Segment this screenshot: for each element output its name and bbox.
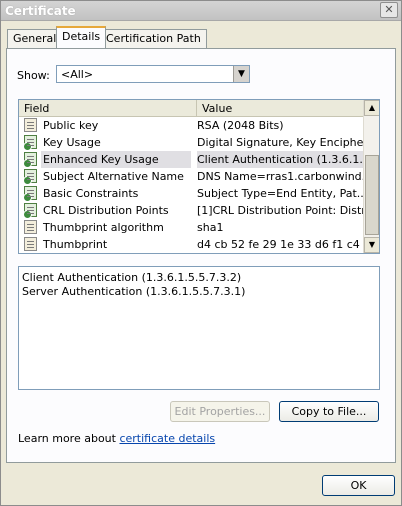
- certificate-dialog: Certificate ✕ General Details Certificat…: [0, 0, 402, 506]
- field-value: d4 cb 52 fe 29 1e 33 d6 f1 c4 ...: [197, 238, 363, 251]
- certificate-fields-list[interactable]: Field Value Public key RSA (2048 Bits) K…: [18, 99, 380, 254]
- edit-properties-button[interactable]: Edit Properties...: [170, 401, 270, 422]
- ok-button[interactable]: OK: [322, 475, 395, 496]
- column-header-value[interactable]: Value: [197, 100, 363, 117]
- detail-line: Client Authentication (1.3.6.1.5.5.7.3.2…: [22, 271, 242, 284]
- scroll-up-icon[interactable]: ▲: [364, 100, 379, 116]
- field-value: Digital Signature, Key Encipher...: [197, 136, 363, 149]
- chevron-down-icon[interactable]: ▼: [233, 66, 249, 82]
- certificate-extension-icon: [23, 186, 37, 202]
- list-item[interactable]: Thumbprint d4 cb 52 fe 29 1e 33 d6 f1 c4…: [19, 236, 363, 253]
- field-detail-textbox[interactable]: Client Authentication (1.3.6.1.5.5.7.3.2…: [18, 266, 380, 390]
- field-name: Subject Alternative Name: [43, 170, 184, 183]
- list-item[interactable]: Basic Constraints Subject Type=End Entit…: [19, 185, 363, 202]
- field-value: Client Authentication (1.3.6.1....: [197, 151, 363, 168]
- field-name: Basic Constraints: [43, 187, 139, 200]
- scrollbar-thumb[interactable]: [365, 155, 379, 235]
- details-tab-panel: Show: <All> ▼ Field Value Public key RSA…: [6, 48, 396, 463]
- vertical-scrollbar[interactable]: ▲ ▼: [363, 100, 379, 253]
- certificate-extension-icon: [23, 169, 37, 185]
- certificate-extension-icon: [23, 203, 37, 219]
- list-header: Field Value: [19, 100, 363, 117]
- certificate-extension-icon: [23, 135, 37, 151]
- show-dropdown-value: <All>: [61, 68, 94, 81]
- tab-general[interactable]: General: [7, 29, 63, 48]
- list-item[interactable]: Subject Alternative Name DNS Name=rras1.…: [19, 168, 363, 185]
- list-item[interactable]: Public key RSA (2048 Bits): [19, 117, 363, 134]
- window-title: Certificate: [5, 4, 76, 18]
- field-name: Key Usage: [43, 136, 101, 149]
- tab-details[interactable]: Details: [56, 26, 107, 48]
- detail-line: Server Authentication (1.3.6.1.5.5.7.3.1…: [22, 285, 246, 298]
- field-name: CRL Distribution Points: [43, 204, 169, 217]
- field-name: Enhanced Key Usage: [41, 151, 191, 168]
- field-value: RSA (2048 Bits): [197, 119, 284, 132]
- show-label: Show:: [17, 69, 50, 82]
- field-name: Thumbprint algorithm: [43, 221, 164, 234]
- field-name: Thumbprint: [43, 238, 108, 251]
- certificate-field-icon: [24, 220, 37, 234]
- list-item[interactable]: Key Usage Digital Signature, Key Enciphe…: [19, 134, 363, 151]
- tab-certification-path[interactable]: Certification Path: [100, 29, 207, 48]
- list-item-selected[interactable]: Enhanced Key Usage Client Authentication…: [19, 151, 363, 168]
- field-name: Public key: [43, 119, 99, 132]
- certificate-extension-icon: [23, 152, 37, 168]
- field-value: [1]CRL Distribution Point: Distr...: [197, 204, 363, 217]
- field-value: DNS Name=rras1.carbonwind....: [197, 170, 363, 183]
- learn-more-text: Learn more about certificate details: [18, 432, 215, 445]
- show-dropdown[interactable]: <All> ▼: [56, 65, 250, 83]
- field-value: Subject Type=End Entity, Pat...: [197, 187, 363, 200]
- field-value: sha1: [197, 221, 224, 234]
- scroll-down-icon[interactable]: ▼: [364, 237, 379, 253]
- certificate-field-icon: [24, 118, 37, 132]
- title-bar[interactable]: Certificate ✕: [1, 1, 401, 21]
- list-rows: Public key RSA (2048 Bits) Key Usage Dig…: [19, 117, 363, 253]
- close-icon[interactable]: ✕: [380, 2, 398, 18]
- learn-more-prefix: Learn more about: [18, 432, 120, 445]
- list-item[interactable]: CRL Distribution Points [1]CRL Distribut…: [19, 202, 363, 219]
- column-header-field[interactable]: Field: [19, 100, 197, 117]
- certificate-details-link[interactable]: certificate details: [119, 432, 215, 445]
- certificate-field-icon: [24, 237, 37, 251]
- list-item[interactable]: Thumbprint algorithm sha1: [19, 219, 363, 236]
- copy-to-file-button[interactable]: Copy to File...: [279, 401, 379, 422]
